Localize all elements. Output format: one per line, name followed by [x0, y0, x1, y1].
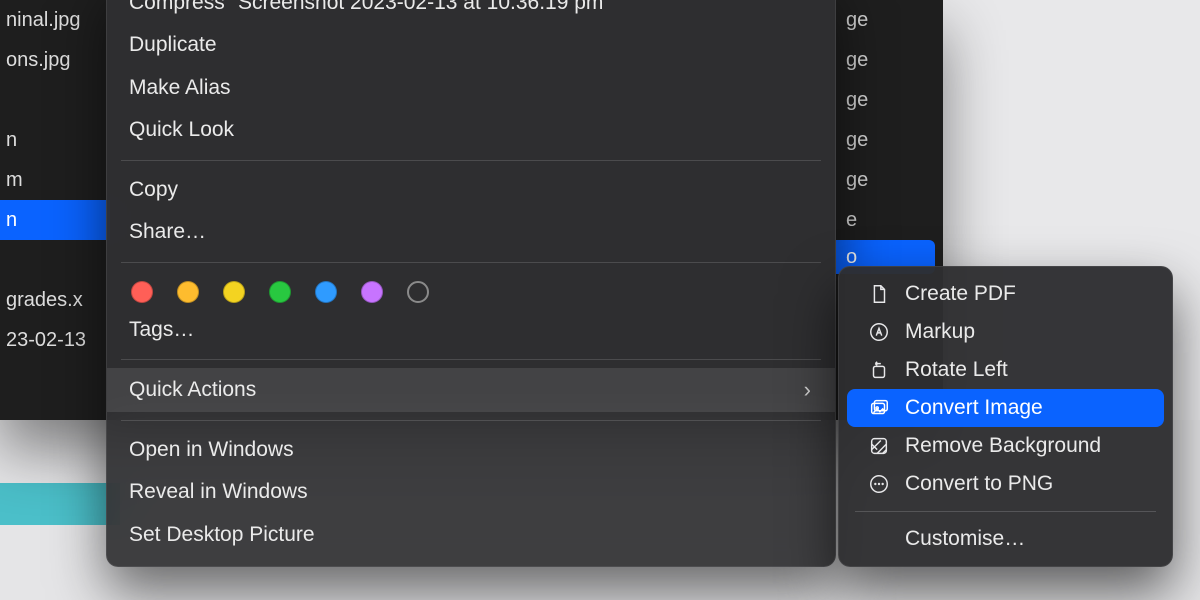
context-menu: Compress "Screenshot 2023-02-13 at 10.36… — [106, 0, 836, 567]
remove-background-icon — [867, 434, 891, 458]
tag-none-icon[interactable] — [407, 281, 429, 303]
file-list-item[interactable]: ninal.jpg — [0, 0, 110, 40]
tag-red-icon[interactable] — [131, 281, 153, 303]
menu-label: Copy — [129, 175, 178, 205]
blank-icon — [867, 527, 891, 551]
quick-actions-submenu: Create PDF Markup Rotate Left Convert Im… — [838, 266, 1173, 567]
menu-item-set-desktop-picture[interactable]: Set Desktop Picture — [107, 514, 835, 556]
file-list-item[interactable]: 23-02-13 — [0, 320, 110, 360]
file-list-item-selected[interactable]: n — [0, 200, 110, 240]
submenu-label: Customise… — [905, 527, 1025, 551]
menu-separator — [121, 262, 821, 263]
image-stack-icon — [867, 396, 891, 420]
menu-item-make-alias[interactable]: Make Alias — [107, 67, 835, 109]
submenu-item-remove-background[interactable]: Remove Background — [847, 427, 1164, 465]
submenu-separator — [855, 511, 1156, 512]
kind-column: ge ge ge ge ge e o — [836, 0, 943, 274]
menu-label: Set Desktop Picture — [129, 520, 315, 550]
menu-label: Duplicate — [129, 30, 217, 60]
kind-cell: ge — [836, 160, 943, 200]
submenu-item-convert-image[interactable]: Convert Image — [847, 389, 1164, 427]
menu-separator — [121, 359, 821, 360]
file-list-gap — [0, 80, 110, 120]
kind-cell: ge — [836, 80, 943, 120]
tag-orange-icon[interactable] — [177, 281, 199, 303]
menu-label: Tags… — [129, 315, 194, 345]
submenu-item-convert-to-png[interactable]: Convert to PNG — [847, 465, 1164, 503]
menu-item-reveal-in-windows[interactable]: Reveal in Windows — [107, 471, 835, 513]
submenu-label: Markup — [905, 320, 975, 344]
submenu-label: Convert Image — [905, 396, 1043, 420]
menu-separator — [121, 160, 821, 161]
kind-cell: e — [836, 200, 943, 240]
file-list-item[interactable]: n — [0, 120, 110, 160]
submenu-label: Rotate Left — [905, 358, 1008, 382]
menu-item-share[interactable]: Share… — [107, 211, 835, 253]
tag-color-row — [107, 271, 835, 309]
submenu-label: Remove Background — [905, 434, 1101, 458]
submenu-label: Create PDF — [905, 282, 1016, 306]
submenu-item-customise[interactable]: Customise… — [847, 520, 1164, 558]
kind-cell: ge — [836, 0, 943, 40]
menu-item-quick-look[interactable]: Quick Look — [107, 109, 835, 151]
menu-label: Open in Windows — [129, 435, 294, 465]
tag-purple-icon[interactable] — [361, 281, 383, 303]
file-list-gap — [0, 240, 110, 280]
ellipsis-circle-icon — [867, 472, 891, 496]
markup-icon — [867, 320, 891, 344]
menu-item-open-in-windows[interactable]: Open in Windows — [107, 429, 835, 471]
menu-label: Compress "Screenshot 2023-02-13 at 10.36… — [129, 0, 611, 18]
chevron-right-icon: › — [804, 374, 811, 406]
tag-yellow-icon[interactable] — [223, 281, 245, 303]
submenu-item-rotate-left[interactable]: Rotate Left — [847, 351, 1164, 389]
menu-separator — [121, 420, 821, 421]
kind-cell: ge — [836, 40, 943, 80]
menu-item-quick-actions[interactable]: Quick Actions › — [107, 368, 835, 412]
submenu-item-create-pdf[interactable]: Create PDF — [847, 275, 1164, 313]
tag-green-icon[interactable] — [269, 281, 291, 303]
submenu-label: Convert to PNG — [905, 472, 1053, 496]
kind-cell: ge — [836, 120, 943, 160]
menu-label: Quick Look — [129, 115, 234, 145]
file-list-item[interactable]: m — [0, 160, 110, 200]
menu-label: Reveal in Windows — [129, 477, 308, 507]
tag-blue-icon[interactable] — [315, 281, 337, 303]
menu-label: Make Alias — [129, 73, 231, 103]
file-list-item[interactable]: ons.jpg — [0, 40, 110, 80]
menu-label: Quick Actions — [129, 375, 256, 405]
file-list: ninal.jpg ons.jpg n m n grades.x 23-02-1… — [0, 0, 110, 360]
desktop-accent-strip — [0, 483, 120, 525]
menu-label: Share… — [129, 217, 206, 247]
rotate-left-icon — [867, 358, 891, 382]
menu-item-compress[interactable]: Compress "Screenshot 2023-02-13 at 10.36… — [107, 0, 835, 24]
submenu-item-markup[interactable]: Markup — [847, 313, 1164, 351]
file-list-item[interactable]: grades.x — [0, 280, 110, 320]
document-icon — [867, 282, 891, 306]
menu-item-duplicate[interactable]: Duplicate — [107, 24, 835, 66]
menu-item-tags[interactable]: Tags… — [107, 309, 835, 351]
menu-item-copy[interactable]: Copy — [107, 169, 835, 211]
